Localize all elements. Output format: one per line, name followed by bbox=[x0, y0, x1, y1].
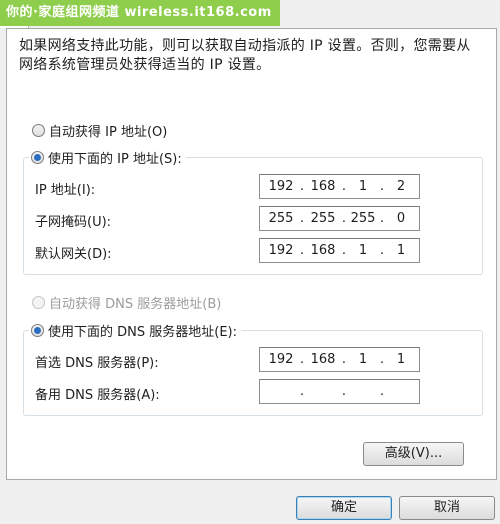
auto-dns-label: 自动获得 DNS 服务器地址(B) bbox=[49, 297, 222, 312]
ip-dot: . bbox=[379, 211, 385, 226]
ip-octet-3: 1 bbox=[358, 179, 368, 194]
ip-dot: . bbox=[341, 352, 347, 367]
ip-octet-1: 192 bbox=[268, 179, 294, 194]
adns-octet-1 bbox=[264, 383, 298, 400]
manual-dns-option[interactable]: 使用下面的 DNS 服务器地址(E): bbox=[29, 321, 241, 340]
auto-ip-radio[interactable] bbox=[32, 124, 45, 137]
default-gateway-label: 默认网关(D): bbox=[35, 247, 112, 262]
default-gateway-input[interactable]: 192 . 168 . 1 . 1 bbox=[259, 238, 420, 263]
ip-dot: . bbox=[299, 211, 305, 226]
manual-ip-radio[interactable] bbox=[31, 151, 44, 164]
adns-octet-2 bbox=[306, 383, 340, 400]
subnet-mask-input[interactable]: 255 . 255 . 255 . 0 bbox=[259, 206, 420, 231]
cancel-button[interactable]: 取消 bbox=[399, 496, 495, 520]
pdns-octet-2: 168 bbox=[310, 352, 336, 367]
alternate-dns-label: 备用 DNS 服务器(A): bbox=[35, 388, 160, 403]
ip-dot: . bbox=[379, 179, 385, 194]
manual-dns-radio[interactable] bbox=[31, 324, 44, 337]
ip-dot: . bbox=[379, 243, 385, 258]
adns-octet-4 bbox=[386, 383, 416, 400]
auto-ip-label: 自动获得 IP 地址(O) bbox=[49, 125, 168, 140]
ip-dot: . bbox=[299, 384, 305, 399]
ipv4-properties-panel: 如果网络支持此功能，则可以获取自动指派的 IP 设置。否则，您需要从网络系统管理… bbox=[6, 28, 497, 480]
ip-dot: . bbox=[299, 179, 305, 194]
ip-octet-2: 168 bbox=[310, 179, 336, 194]
pdns-octet-4: 1 bbox=[396, 352, 406, 367]
subnet-octet-1: 255 bbox=[268, 211, 294, 226]
gateway-octet-2: 168 bbox=[310, 243, 336, 258]
ip-address-input[interactable]: 192 . 168 . 1 . 2 bbox=[259, 174, 420, 199]
subnet-mask-label: 子网掩码(U): bbox=[35, 215, 112, 230]
ip-dot: . bbox=[341, 384, 347, 399]
ip-dot: . bbox=[341, 179, 347, 194]
pdns-octet-3: 1 bbox=[358, 352, 368, 367]
auto-dns-radio bbox=[32, 296, 45, 309]
preferred-dns-label: 首选 DNS 服务器(P): bbox=[35, 356, 159, 371]
description-text: 如果网络支持此功能，则可以获取自动指派的 IP 设置。否则，您需要从网络系统管理… bbox=[19, 38, 471, 73]
preferred-dns-input[interactable]: 192 . 168 . 1 . 1 bbox=[259, 347, 420, 372]
manual-ip-label: 使用下面的 IP 地址(S): bbox=[48, 152, 182, 167]
subnet-octet-4: 0 bbox=[396, 211, 406, 226]
ip-octet-4: 2 bbox=[396, 179, 406, 194]
subnet-octet-3: 255 bbox=[350, 211, 376, 226]
ip-dot: . bbox=[341, 211, 347, 226]
ip-dot: . bbox=[341, 243, 347, 258]
gateway-octet-4: 1 bbox=[396, 243, 406, 258]
ok-button[interactable]: 确定 bbox=[296, 496, 392, 520]
watermark-banner: 你的·家庭组网频道 wireless.it168.com bbox=[0, 0, 280, 26]
gateway-octet-1: 192 bbox=[268, 243, 294, 258]
auto-dns-option: 自动获得 DNS 服务器地址(B) bbox=[32, 293, 221, 312]
adns-octet-3 bbox=[348, 383, 378, 400]
gateway-octet-3: 1 bbox=[358, 243, 368, 258]
advanced-button[interactable]: 高级(V)... bbox=[363, 442, 464, 466]
tab-bar: 常规 你的·家庭组网频道 wireless.it168.com bbox=[0, 0, 500, 28]
pdns-octet-1: 192 bbox=[268, 352, 294, 367]
ip-dot: . bbox=[379, 352, 385, 367]
auto-ip-option[interactable]: 自动获得 IP 地址(O) bbox=[32, 121, 167, 140]
manual-dns-label: 使用下面的 DNS 服务器地址(E): bbox=[48, 325, 237, 340]
manual-ip-option[interactable]: 使用下面的 IP 地址(S): bbox=[29, 148, 186, 167]
ip-address-label: IP 地址(I): bbox=[35, 183, 96, 198]
ip-dot: . bbox=[299, 243, 305, 258]
ip-dot: . bbox=[379, 384, 385, 399]
alternate-dns-input[interactable]: . . . bbox=[259, 379, 420, 404]
ip-dot: . bbox=[299, 352, 305, 367]
subnet-octet-2: 255 bbox=[310, 211, 336, 226]
